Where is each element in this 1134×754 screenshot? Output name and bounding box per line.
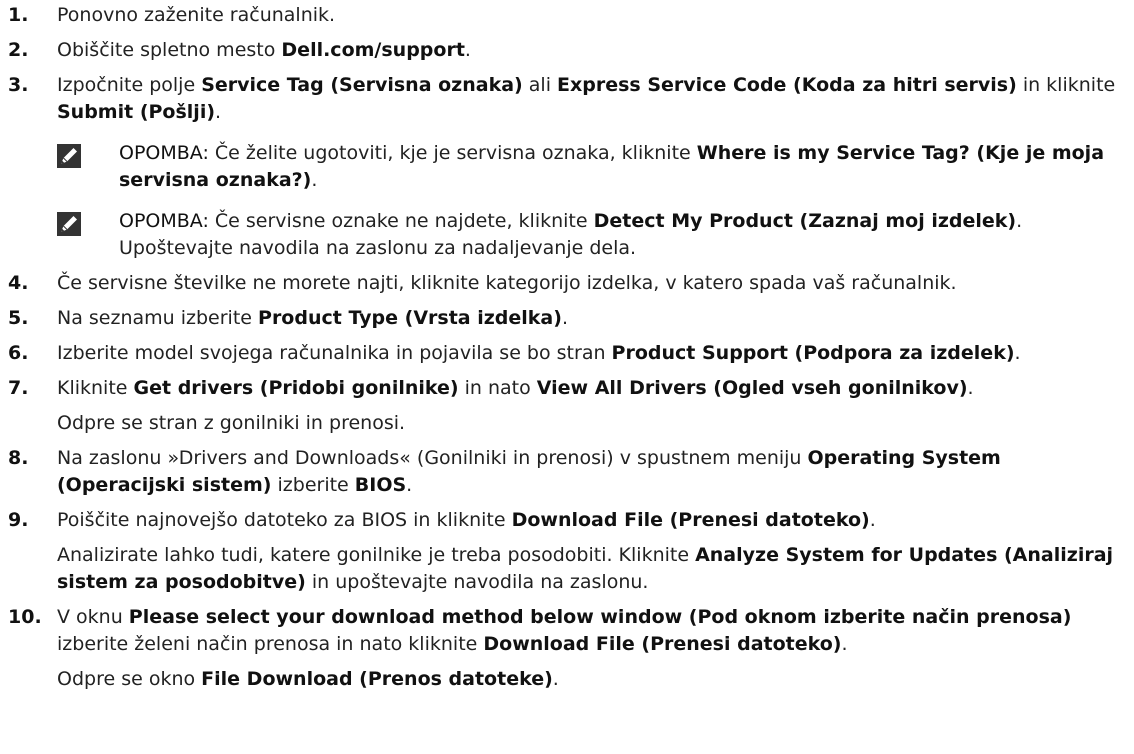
step-item: 7. Kliknite Get drivers (Pridobi gonilnik… bbox=[0, 375, 1130, 437]
text-run: in upoštevajte navodila na zaslonu. bbox=[305, 571, 649, 593]
step-number: 10. bbox=[8, 606, 42, 628]
text-run: izberite bbox=[271, 474, 355, 496]
bold-term: View All Drivers (Ogled vseh gonilnikov) bbox=[536, 377, 968, 399]
text-run: ali bbox=[522, 74, 558, 96]
step-text: V oknu Please select your download metho… bbox=[57, 604, 1130, 658]
step-number: 7. bbox=[8, 377, 29, 399]
step-number: 4. bbox=[8, 272, 29, 294]
text-run: Na zaslonu »Drivers and Downloads« (Goni… bbox=[57, 447, 808, 469]
text-run: . bbox=[1014, 342, 1021, 364]
text-run: izberite želeni način prenosa in nato kl… bbox=[57, 633, 484, 655]
text-run: Kliknite bbox=[57, 377, 134, 399]
step-item: 8. Na zaslonu »Drivers and Downloads« (Go… bbox=[0, 445, 1130, 499]
bold-term: Download File (Prenesi datoteko) bbox=[511, 509, 870, 531]
pencil-note-icon bbox=[57, 212, 81, 236]
step-text: Če servisne številke ne morete najti, kl… bbox=[57, 270, 1130, 297]
text-run: Izberite model svojega računalnika in po… bbox=[57, 342, 612, 364]
step-subtext: Odpre se stran z gonilniki in prenosi. bbox=[57, 410, 1130, 437]
instruction-list: 1. Ponovno zaženite računalnik. 2. Obiščite… bbox=[0, 2, 1130, 701]
document-page: 1. Ponovno zaženite računalnik. 2. Obiščite… bbox=[0, 0, 1134, 754]
step-text: Kliknite Get drivers (Pridobi gonilnike)… bbox=[57, 375, 1130, 402]
text-run: Če servisne oznake ne najdete, kliknite bbox=[208, 210, 594, 232]
step-text: Ponovno zaženite računalnik. bbox=[57, 2, 1130, 29]
bold-term: Dell.com/support bbox=[281, 39, 465, 61]
text-run: Izpočnite polje bbox=[57, 74, 202, 96]
text-run: Če želite ugotoviti, kje je servisna ozn… bbox=[208, 142, 697, 164]
text-run: . bbox=[552, 668, 559, 690]
step-text: Na seznamu izberite Product Type (Vrsta … bbox=[57, 305, 1130, 332]
bold-term: Download File (Prenesi datoteko) bbox=[483, 633, 842, 655]
text-run: Odpre se stran z gonilniki in prenosi. bbox=[57, 412, 406, 434]
note-block: OPOMBA: Če servisne oznake ne najdete, k… bbox=[57, 208, 1130, 262]
text-run: Odpre se okno bbox=[57, 668, 202, 690]
bold-term: Please select your download method below… bbox=[128, 606, 1072, 628]
pencil-note-icon bbox=[57, 144, 81, 168]
bold-term: Service Tag (Servisna oznaka) bbox=[201, 74, 523, 96]
text-run: . bbox=[561, 307, 568, 329]
bold-term: Product Support (Podpora za izdelek) bbox=[611, 342, 1015, 364]
step-number: 9. bbox=[8, 509, 29, 531]
step-text: Na zaslonu »Drivers and Downloads« (Goni… bbox=[57, 445, 1130, 499]
text-run: . bbox=[215, 101, 222, 123]
text-run: . bbox=[869, 509, 876, 531]
step-number: 3. bbox=[8, 74, 29, 96]
text-run: V oknu bbox=[57, 606, 129, 628]
note-block: OPOMBA: Če želite ugotoviti, kje je serv… bbox=[57, 140, 1130, 194]
text-run: . bbox=[841, 633, 848, 655]
step-item: 10. V oknu Please select your download me… bbox=[0, 604, 1130, 693]
text-run: Ponovno zaženite računalnik. bbox=[57, 4, 336, 26]
step-text: Obiščite spletno mesto Dell.com/support. bbox=[57, 37, 1130, 64]
bold-term: Product Type (Vrsta izdelka) bbox=[258, 307, 562, 329]
step-subtext: Odpre se okno File Download (Prenos dato… bbox=[57, 666, 1130, 693]
text-run: . bbox=[311, 169, 318, 191]
step-text: Poiščite najnovejšo datoteko za BIOS in … bbox=[57, 507, 1130, 534]
bold-term: Get drivers (Pridobi gonilnike) bbox=[133, 377, 459, 399]
step-item: 9. Poiščite najnovejšo datoteko za BIOS i… bbox=[0, 507, 1130, 596]
step-text: Izberite model svojega računalnika in po… bbox=[57, 340, 1130, 367]
note-label: OPOMBA: bbox=[119, 210, 209, 232]
text-run: Poiščite najnovejšo datoteko za BIOS in … bbox=[57, 509, 512, 531]
step-number: 6. bbox=[8, 342, 29, 364]
step-text: Izpočnite polje Service Tag (Servisna oz… bbox=[57, 72, 1130, 126]
step-item: 1. Ponovno zaženite računalnik. bbox=[0, 2, 1130, 29]
step-item: 5. Na seznamu izberite Product Type (Vrst… bbox=[0, 305, 1130, 332]
step-number: 2. bbox=[8, 39, 29, 61]
text-run: . bbox=[406, 474, 413, 496]
text-run: Obiščite spletno mesto bbox=[57, 39, 282, 61]
text-run: Če servisne številke ne morete najti, kl… bbox=[57, 272, 957, 294]
step-number: 5. bbox=[8, 307, 29, 329]
bold-term: File Download (Prenos datoteke) bbox=[201, 668, 553, 690]
bold-term: Submit (Pošlji) bbox=[57, 101, 216, 123]
bold-term: Detect My Product (Zaznaj moj izdelek) bbox=[593, 210, 1017, 232]
text-run: . bbox=[967, 377, 974, 399]
step-subtext: Analizirate lahko tudi, katere gonilnike… bbox=[57, 542, 1130, 596]
step-number: 1. bbox=[8, 4, 29, 26]
step-item: 4. Če servisne številke ne morete najti, … bbox=[0, 270, 1130, 297]
text-run: Na seznamu izberite bbox=[57, 307, 259, 329]
text-run: in kliknite bbox=[1016, 74, 1116, 96]
step-item: 6. Izberite model svojega računalnika in … bbox=[0, 340, 1130, 367]
text-run: . bbox=[464, 39, 471, 61]
bold-term: BIOS bbox=[354, 474, 407, 496]
bold-term: Express Service Code (Koda za hitri serv… bbox=[557, 74, 1017, 96]
step-item: 3. Izpočnite polje Service Tag (Servisna … bbox=[0, 72, 1130, 262]
step-item: 2. Obiščite spletno mesto Dell.com/suppor… bbox=[0, 37, 1130, 64]
text-run: in nato bbox=[458, 377, 537, 399]
text-run: Analizirate lahko tudi, katere gonilnike… bbox=[57, 544, 696, 566]
note-label: OPOMBA: bbox=[119, 142, 209, 164]
step-number: 8. bbox=[8, 447, 29, 469]
